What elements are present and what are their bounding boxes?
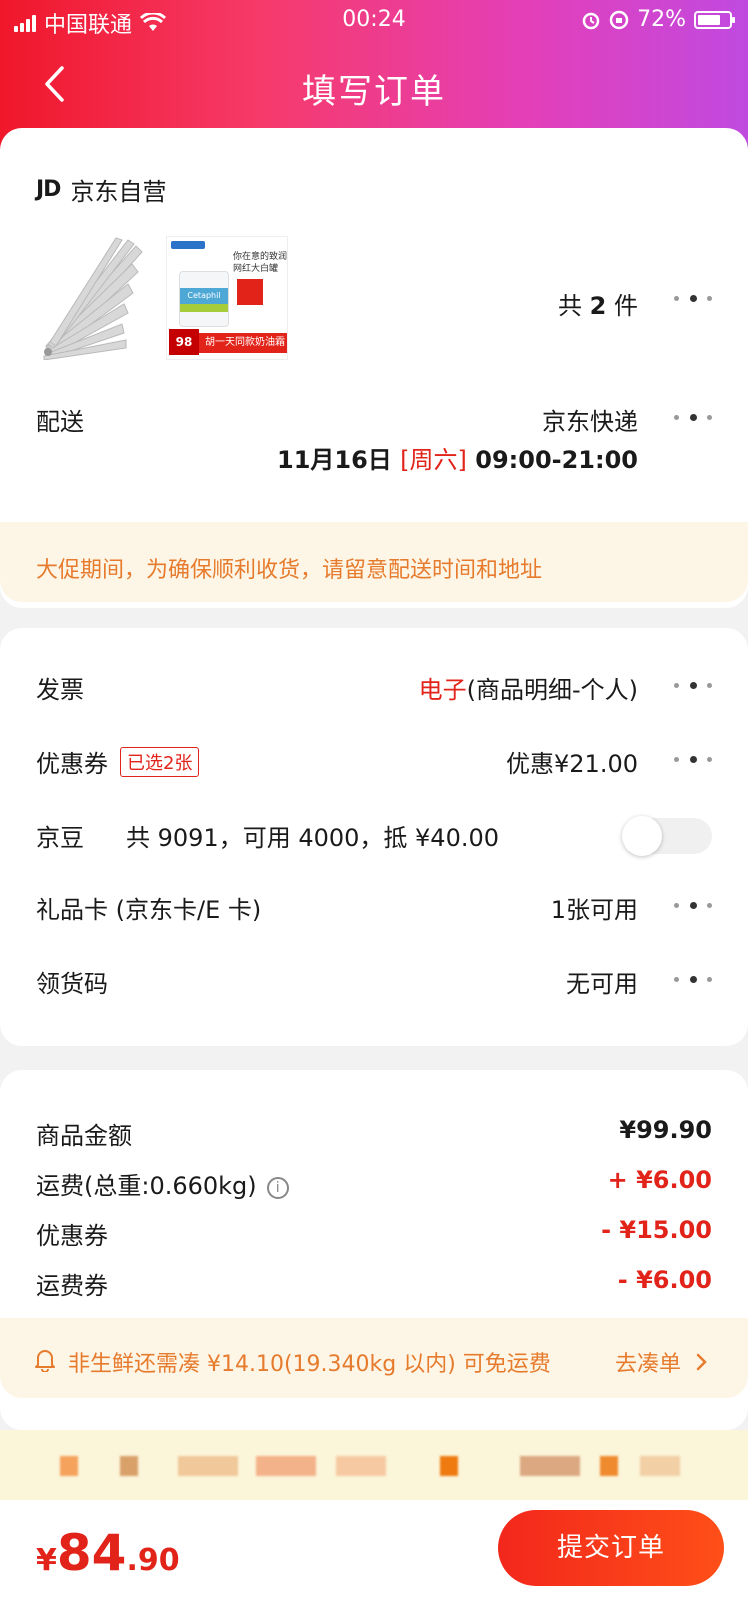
cetaphil-tagline: 你在意的致润 网红大白罐 <box>233 252 288 274</box>
jd-logo: JD <box>36 177 61 202</box>
chevron-right-icon <box>696 1353 707 1371</box>
coupon-value[interactable]: 优惠¥21.00 <box>506 744 638 779</box>
free-shipping-text: 非生鲜还需凑 ¥14.10(19.340kg 以内) 可免运费 <box>68 1352 551 1377</box>
promo-sticker <box>237 279 263 305</box>
more-dots-icon[interactable] <box>674 679 712 691</box>
goods-amount-value: ¥99.90 <box>619 1116 712 1144</box>
alarm-icon <box>582 12 600 29</box>
brand-tab <box>171 241 205 249</box>
battery-percent: 72% <box>637 7 686 32</box>
obscured-banner <box>0 1430 748 1500</box>
shipping-coupon-label: 运费券 <box>36 1272 108 1300</box>
shipping-coupon-value: - ¥6.00 <box>617 1266 712 1294</box>
submit-order-button[interactable]: 提交订单 <box>498 1510 724 1586</box>
more-dots-icon[interactable] <box>674 973 712 985</box>
goods-amount-label: 商品金额 <box>36 1122 132 1150</box>
product-thumbnails[interactable]: Cetaphil 你在意的致润 网红大白罐 胡一天同款奶油霜 98 <box>36 236 288 361</box>
info-icon[interactable]: i <box>266 1177 289 1199</box>
jar-shape: Cetaphil <box>179 271 229 327</box>
coupon-selected-tag: 已选2张 <box>120 747 200 777</box>
page-title: 填写订单 <box>302 72 446 112</box>
jar-label: Cetaphil <box>180 288 228 304</box>
delivery-method[interactable]: 京东快递 <box>542 402 638 437</box>
pickup-code-label: 领货码 <box>36 970 108 998</box>
invoice-label: 发票 <box>36 676 84 704</box>
more-dots-icon[interactable] <box>674 899 712 911</box>
coupon-label: 优惠券 已选2张 <box>36 744 200 779</box>
delivery-label: 配送 <box>36 408 84 436</box>
status-bar: 中国联通 00:24 72% <box>0 0 748 40</box>
nav-bar: 填写订单 <box>0 48 748 120</box>
jingdou-label: 京豆 <box>36 824 84 852</box>
jingdou-detail: 共 9091，可用 4000，抵 ¥40.00 <box>126 824 500 852</box>
add-items-link[interactable]: 去凑单 <box>615 1346 708 1378</box>
pickup-code-value[interactable]: 无可用 <box>566 964 638 999</box>
bottom-bar: ¥84.90 提交订单 <box>0 1500 748 1600</box>
invoice-value[interactable]: 电子(商品明细-个人) <box>419 670 638 705</box>
delivery-time[interactable]: 11月16日 [周六] 09:00-21:00 <box>277 440 638 475</box>
giftcard-value[interactable]: 1张可用 <box>551 890 638 925</box>
product-image-cetaphil[interactable]: Cetaphil 你在意的致润 网红大白罐 胡一天同款奶油霜 98 <box>166 236 288 360</box>
giftcard-label: 礼品卡 (京东卡/E 卡) <box>36 896 262 924</box>
promo-delivery-notice: 大促期间，为确保顺利收货，请留意配送时间和地址 <box>0 522 748 602</box>
more-dots-icon[interactable] <box>674 411 712 423</box>
bell-icon <box>35 1350 55 1372</box>
coupon-discount-value: - ¥15.00 <box>601 1216 712 1244</box>
shipping-fee-value: + ¥6.00 <box>607 1166 712 1194</box>
coupon-discount-label: 优惠券 <box>36 1222 108 1250</box>
payment-options-card: 发票 电子(商品明细-个人) 优惠券 已选2张 优惠¥21.00 京豆 共 909… <box>0 628 748 1046</box>
free-shipping-notice: 非生鲜还需凑 ¥14.10(19.340kg 以内) 可免运费 去凑单 <box>0 1318 748 1398</box>
rotation-lock-icon <box>609 10 629 29</box>
shipping-fee-label: 运费(总重:0.660kg) i <box>36 1166 289 1201</box>
shop-header: JD 京东自营 <box>36 172 166 207</box>
total-price: ¥84.90 <box>36 1524 180 1582</box>
battery-icon <box>694 10 735 29</box>
item-count[interactable]: 共 2 件 <box>558 286 638 321</box>
shop-name: 京东自营 <box>70 178 167 206</box>
jingdou-toggle[interactable] <box>622 816 712 856</box>
more-dots-icon[interactable] <box>674 753 712 765</box>
product-image-blades[interactable] <box>36 236 146 361</box>
more-dots-icon[interactable] <box>674 292 712 304</box>
price-badge: 98 <box>169 329 199 355</box>
utility-blades-image <box>43 237 143 361</box>
